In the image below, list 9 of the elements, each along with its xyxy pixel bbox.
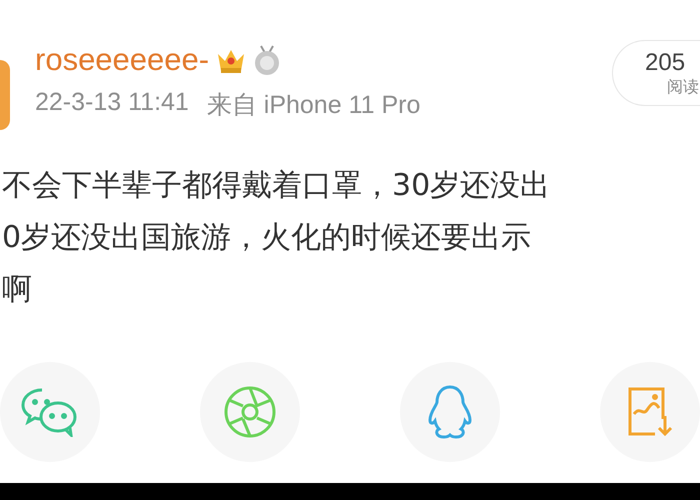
post-source: 来自 iPhone 11 Pro — [206, 90, 420, 121]
post-text: 不会下半辈子都得戴着口罩，30岁还没出 0岁还没出国旅游，火化的时候还要出示 啊 — [2, 167, 550, 309]
penguin-icon — [427, 384, 473, 440]
post-time: 22-3-13 11:41 — [35, 88, 189, 118]
medal-icon — [253, 44, 282, 76]
avatar[interactable] — [0, 60, 10, 130]
aperture-icon — [223, 385, 277, 439]
username[interactable]: roseeeeeee- — [35, 42, 210, 78]
read-count-badge: 205 阅读 — [612, 40, 700, 106]
